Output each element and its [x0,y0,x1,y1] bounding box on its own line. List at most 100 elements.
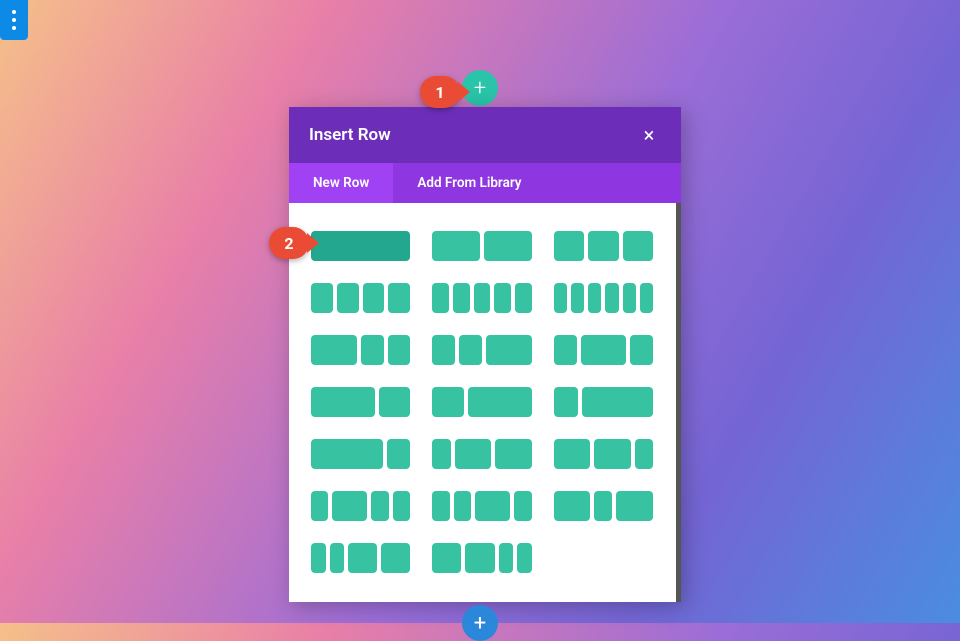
layout-column [517,543,532,573]
layout-column [348,543,377,573]
layout-column [371,491,388,521]
layout-column [363,283,385,313]
layout-column [459,335,482,365]
layout-column [640,283,653,313]
layout-column [337,283,359,313]
row-layout-option[interactable] [432,283,531,313]
layout-column [454,491,471,521]
layout-column [494,283,511,313]
layout-column [432,335,455,365]
close-icon: × [644,123,655,147]
layout-column [388,283,410,313]
row-layout-option[interactable] [311,387,410,417]
row-layout-option[interactable] [432,335,531,365]
layout-column [432,543,461,573]
layout-column [554,283,567,313]
layout-column [499,543,514,573]
tab-new-row[interactable]: New Row [289,163,393,203]
row-layout-option[interactable] [432,387,531,417]
layout-column [623,231,653,261]
layout-column [468,387,532,417]
layout-column [554,335,577,365]
insert-row-modal: Insert Row × New Row Add From Library [289,107,681,602]
row-layout-option[interactable] [432,231,531,261]
layout-column [311,439,383,469]
layout-column [455,439,492,469]
modal-header: Insert Row × [289,107,681,163]
layout-column [554,231,584,261]
layout-column [388,335,411,365]
row-layout-option[interactable] [311,231,410,261]
layout-column [432,439,450,469]
row-layout-option[interactable] [432,543,531,573]
layout-column [588,231,618,261]
layout-column [379,387,411,417]
layout-column [453,283,470,313]
layout-column [432,491,449,521]
layout-column [381,543,410,573]
row-layout-option[interactable] [554,231,653,261]
row-layout-option[interactable] [554,491,653,521]
layout-column [554,387,578,417]
more-vertical-icon [12,26,16,30]
layout-column [311,491,328,521]
layout-column [554,439,591,469]
layout-column [387,439,411,469]
layout-column [616,491,653,521]
layout-column [514,491,531,521]
layout-column [594,491,612,521]
modal-tabs: New Row Add From Library [289,163,681,203]
layout-column [554,491,591,521]
layout-column [495,439,532,469]
layout-column [581,335,627,365]
layout-column [332,491,367,521]
layout-column [475,491,510,521]
layout-column [311,543,326,573]
layout-column [594,439,631,469]
row-layout-option[interactable] [311,439,410,469]
layout-column [515,283,532,313]
layout-column [432,231,480,261]
layout-column [571,283,584,313]
layout-column [465,543,494,573]
layout-column [432,387,464,417]
layout-column [311,231,410,261]
layout-column [484,231,532,261]
layout-column [630,335,653,365]
row-layout-option[interactable] [311,491,410,521]
row-layout-grid [311,231,659,573]
layout-column [330,543,345,573]
row-layout-option[interactable] [311,283,410,313]
more-vertical-icon [12,18,16,22]
row-layout-option[interactable] [311,543,410,573]
row-layout-option[interactable] [432,439,531,469]
row-layout-option[interactable] [554,335,653,365]
layout-column [361,335,384,365]
layout-column [605,283,618,313]
plus-icon: + [474,76,486,101]
layout-column [635,439,653,469]
layout-column [582,387,654,417]
layout-column [486,335,532,365]
more-vertical-icon [12,10,16,14]
layout-column [311,335,357,365]
row-layout-option[interactable] [554,387,653,417]
add-section-bottom-button[interactable]: + [462,605,498,641]
tab-add-from-library[interactable]: Add From Library [393,163,545,203]
layout-column [474,283,491,313]
close-button[interactable]: × [637,123,661,147]
row-layout-option[interactable] [432,491,531,521]
annotation-marker-1: 1 [420,76,460,108]
layout-column [311,283,333,313]
page-settings-button[interactable] [0,0,28,40]
layout-column [588,283,601,313]
row-layout-option[interactable] [554,283,653,313]
modal-title: Insert Row [309,125,391,145]
modal-body [289,203,681,602]
row-layout-option[interactable] [311,335,410,365]
row-layout-option[interactable] [554,439,653,469]
layout-column [311,387,375,417]
layout-column [623,283,636,313]
plus-icon: + [474,611,486,636]
layout-column [432,283,449,313]
